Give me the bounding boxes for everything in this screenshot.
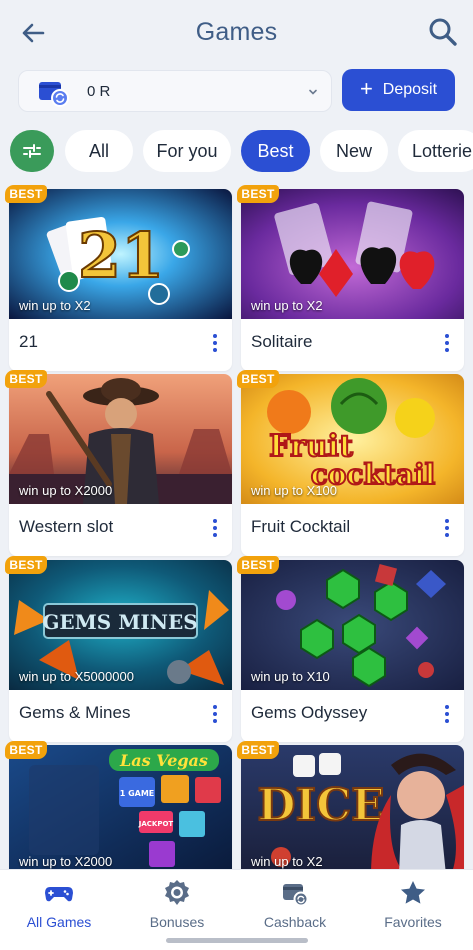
more-options-icon[interactable] [212, 705, 218, 723]
art-game-chip: 1 GAME [120, 789, 155, 798]
win-multiplier: win up to X2 [251, 298, 323, 313]
cashback-icon [283, 884, 309, 907]
game-thumbnail: GEMS MINES win up to X5000000 [9, 560, 232, 690]
win-multiplier: win up to X5000000 [19, 669, 134, 684]
game-card-fruit-cocktail[interactable]: Fruit cocktail win up to X100 Fruit Cock… [241, 374, 464, 556]
svg-text:21: 21 [78, 219, 164, 292]
home-indicator [166, 938, 308, 943]
game-thumbnail: 21 win up to X2 [9, 189, 232, 319]
filter-chips: All For you Best New Lotterie [0, 128, 473, 174]
game-thumbnail: Fruit cocktail win up to X100 [241, 374, 464, 504]
win-multiplier: win up to X2 [251, 854, 323, 869]
filter-toggle-icon [23, 144, 41, 158]
game-thumbnail: win up to X10 [241, 560, 464, 690]
best-badge: BEST [5, 185, 47, 203]
deposit-label: Deposit [382, 81, 438, 98]
nav-label: Bonuses [149, 914, 205, 930]
game-title: Fruit Cocktail [251, 517, 351, 536]
bonus-icon [165, 880, 189, 905]
game-thumbnail: DICE win up to X2 [241, 745, 464, 875]
game-card-western-slot[interactable]: win up to X2000 Western slot [9, 374, 232, 556]
game-card-gems-mines[interactable]: GEMS MINES win up to X5000000 Gems & Min… [9, 560, 232, 742]
gamepad-icon [45, 887, 73, 902]
tab-all[interactable]: All [65, 130, 133, 172]
best-badge: BEST [237, 185, 279, 203]
game-thumbnail: win up to X2000 [9, 374, 232, 504]
game-thumbnail: win up to X2 [241, 189, 464, 319]
game-card-gems-odyssey[interactable]: win up to X10 Gems Odyssey [241, 560, 464, 742]
game-card-solitaire[interactable]: win up to X2 Solitaire [241, 189, 464, 371]
win-multiplier: win up to X2000 [19, 483, 113, 498]
win-multiplier: win up to X10 [251, 669, 330, 684]
win-multiplier: win up to X100 [251, 483, 338, 498]
win-multiplier: win up to X2 [19, 298, 91, 313]
game-title: 21 [19, 332, 38, 351]
nav-label: Cashback [263, 914, 327, 930]
art-gems-mines: GEMS MINES [42, 610, 197, 634]
game-title: Solitaire [251, 332, 313, 351]
more-options-icon[interactable] [444, 519, 450, 537]
more-options-icon[interactable] [212, 519, 218, 537]
best-badge: BEST [5, 741, 47, 759]
chevron-down-icon [309, 89, 317, 95]
deposit-button[interactable]: + Deposit [342, 69, 455, 111]
filter-settings-button[interactable] [10, 130, 54, 172]
tab-new[interactable]: New [320, 130, 388, 172]
star-icon [401, 881, 425, 904]
game-card-21[interactable]: 21 win up to X2 21 [9, 189, 232, 371]
best-badge: BEST [5, 370, 47, 388]
nav-cashback[interactable]: Cashback [236, 878, 354, 930]
best-badge: BEST [237, 370, 279, 388]
header: Games [0, 0, 473, 66]
tab-lotteries[interactable]: Lotterie [398, 130, 473, 172]
more-options-icon[interactable] [444, 705, 450, 723]
game-title: Western slot [19, 517, 114, 536]
wallet-balance: 0 R [87, 83, 111, 100]
tab-for-you[interactable]: For you [143, 130, 231, 172]
tab-best[interactable]: Best [241, 130, 310, 172]
search-icon[interactable] [427, 16, 459, 48]
nav-favorites[interactable]: Favorites [354, 878, 472, 930]
nav-label: All Games [26, 914, 92, 930]
plus-icon: + [359, 76, 373, 101]
best-badge: BEST [237, 556, 279, 574]
wallet-sync-icon [39, 82, 69, 107]
nav-bonuses[interactable]: Bonuses [118, 878, 236, 930]
game-title: Gems Odyssey [251, 703, 368, 722]
game-thumbnail: Las Vegas 1 GAME JACKPOT win up to X2000 [9, 745, 232, 875]
more-options-icon[interactable] [444, 334, 450, 352]
nav-all-games[interactable]: All Games [0, 878, 118, 930]
art-dice: DICE [257, 780, 384, 831]
best-badge: BEST [237, 741, 279, 759]
page-title: Games [195, 18, 278, 46]
art-las-vegas: Las Vegas [119, 751, 208, 770]
game-title: Gems & Mines [19, 703, 131, 722]
nav-label: Favorites [384, 914, 442, 930]
best-badge: BEST [5, 556, 47, 574]
art-jackpot: JACKPOT [138, 820, 174, 828]
wallet-selector[interactable]: 0 R [18, 70, 332, 112]
more-options-icon[interactable] [212, 334, 218, 352]
win-multiplier: win up to X2000 [19, 854, 113, 869]
